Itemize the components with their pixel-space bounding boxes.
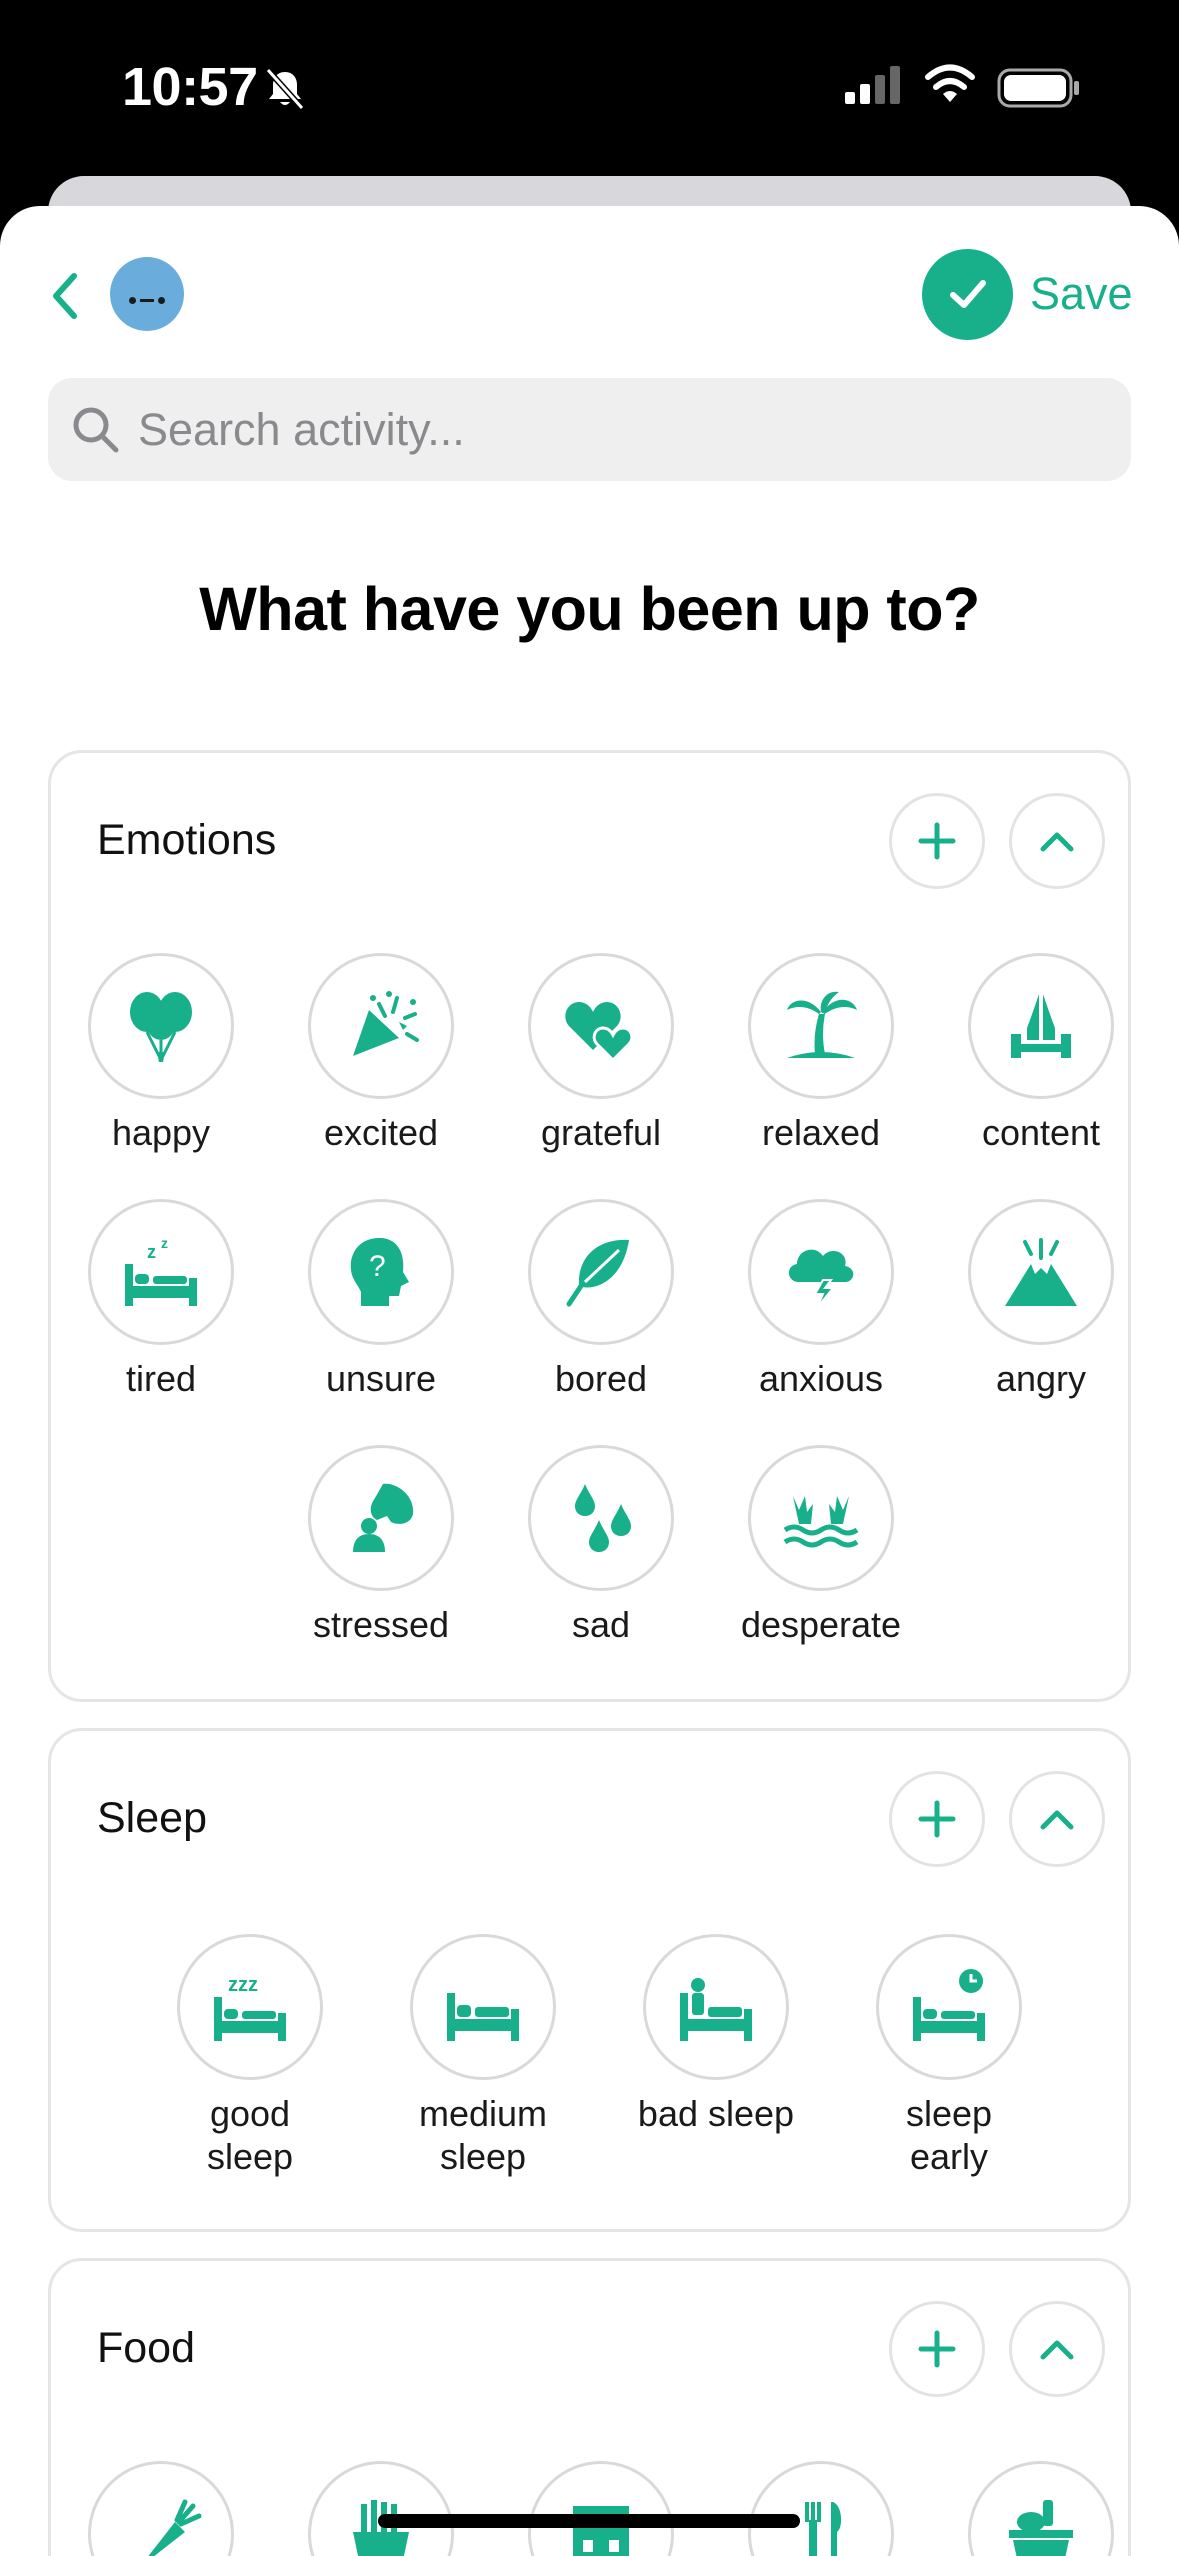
sleep-card-title: Sleep <box>97 1794 207 1842</box>
svg-text:z: z <box>161 1235 168 1251</box>
sleep-collapse-button[interactable] <box>1009 1771 1105 1867</box>
food-collapse-button[interactable] <box>1009 2301 1105 2397</box>
food-card: Food <box>48 2258 1131 2556</box>
activity-label: bad sleep <box>637 2093 795 2134</box>
activity-label: sad <box>571 1604 631 1645</box>
cellular-signal-icon <box>845 66 900 104</box>
activity-label: anxious <box>758 1358 884 1399</box>
battery-icon <box>997 68 1079 108</box>
hand-squeeze-icon <box>308 1445 454 1591</box>
activity-label: medium sleep <box>418 2093 548 2177</box>
bed-sitting-icon <box>643 1934 789 2080</box>
plus-icon <box>918 822 956 860</box>
drowning-hands-icon <box>748 1445 894 1591</box>
fries-icon <box>308 2461 454 2556</box>
party-popper-icon <box>308 953 454 1099</box>
activity-label: angry <box>995 1358 1087 1399</box>
bed-icon <box>410 1934 556 2080</box>
status-time: 10:57 <box>122 57 258 117</box>
volcano-icon <box>968 1199 1114 1345</box>
food-add-button[interactable] <box>889 2301 985 2397</box>
face-eye-right <box>158 297 165 304</box>
hearts-icon <box>528 953 674 1099</box>
status-bar: 10:57 <box>0 0 1179 175</box>
bed-zz-icon: z z <box>88 1199 234 1345</box>
activity-label: unsure <box>325 1358 437 1399</box>
face-eye-left <box>129 297 136 304</box>
emotions-card-title: Emotions <box>97 816 277 864</box>
emotions-collapse-button[interactable] <box>1009 793 1105 889</box>
activity-label: desperate <box>740 1604 902 1645</box>
activity-label: stressed <box>312 1604 450 1645</box>
bed-zzz-icon: zzz <box>177 1934 323 2080</box>
head-question-icon: ? <box>308 1199 454 1345</box>
chevron-up-icon <box>1040 832 1074 852</box>
checkmark-icon <box>922 248 1013 340</box>
bell-muted-icon <box>265 67 305 111</box>
activity-label: grateful <box>540 1112 662 1153</box>
groceries-icon <box>968 2461 1114 2556</box>
wifi-icon <box>925 64 975 102</box>
activity-label: content <box>981 1112 1101 1153</box>
balloons-icon <box>88 953 234 1099</box>
activity-label: happy <box>111 1112 211 1153</box>
search-icon <box>73 407 119 452</box>
chevron-up-icon <box>1040 2340 1074 2360</box>
palm-tree-icon <box>748 953 894 1099</box>
emotions-card: Emotions happy excited grateful relaxed … <box>48 750 1131 1702</box>
activity-label: tired <box>125 1358 197 1399</box>
page-title: What have you been up to? <box>199 575 980 643</box>
carrot-icon <box>88 2461 234 2556</box>
restaurant-icon <box>528 2461 674 2556</box>
search-bar[interactable] <box>48 378 1131 481</box>
activity-label: sleep early <box>905 2093 993 2177</box>
mood-face-avatar[interactable] <box>110 257 184 331</box>
svg-text:z: z <box>147 1242 156 1262</box>
cutlery-icon <box>748 2461 894 2556</box>
home-indicator[interactable] <box>378 2514 800 2528</box>
sleep-card: Sleep zzz good sleep medium sleep bad sl… <box>48 1728 1131 2232</box>
save-label: Save <box>1030 268 1133 319</box>
plus-icon <box>918 1800 956 1838</box>
praying-hands-icon <box>968 953 1114 1099</box>
tears-icon <box>528 1445 674 1591</box>
storm-cloud-icon <box>748 1199 894 1345</box>
emotions-add-button[interactable] <box>889 793 985 889</box>
plus-icon <box>918 2330 956 2368</box>
svg-text:zzz: zzz <box>228 1974 258 1996</box>
activity-label: excited <box>323 1112 439 1153</box>
activity-label: relaxed <box>761 1112 881 1153</box>
food-card-title: Food <box>97 2324 196 2372</box>
activity-sheet: Save What have you been up to? Emotions <box>0 206 1179 2556</box>
bed-clock-icon <box>876 1934 1022 2080</box>
activity-label: bored <box>554 1358 648 1399</box>
activity-label: good sleep <box>206 2093 294 2177</box>
save-button[interactable]: Save <box>922 246 1133 342</box>
sleep-add-button[interactable] <box>889 1771 985 1867</box>
svg-text:?: ? <box>369 1250 386 1283</box>
search-input[interactable] <box>138 403 1038 456</box>
chevron-up-icon <box>1040 1810 1074 1830</box>
face-mouth <box>140 299 154 302</box>
back-chevron-icon[interactable] <box>42 266 86 326</box>
leaf-icon <box>528 1199 674 1345</box>
